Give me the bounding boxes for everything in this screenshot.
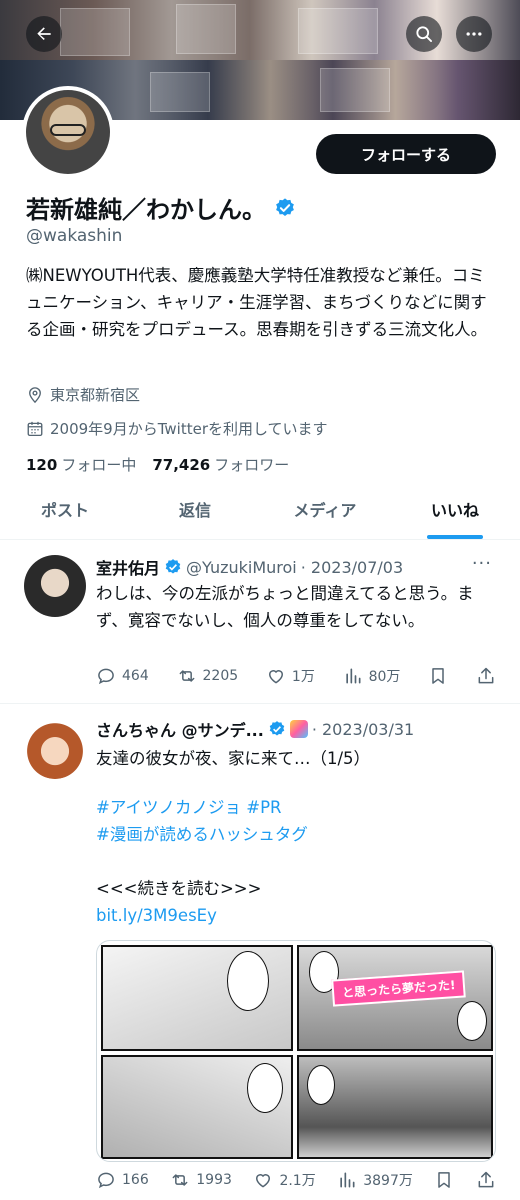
views-button[interactable]: 80万: [343, 666, 401, 686]
retweet-count: 2205: [202, 668, 239, 684]
retweet-button[interactable]: 2205: [177, 666, 239, 686]
tweet-actions: 464 2205 1万 80万: [96, 666, 496, 686]
tweet-text: わしは、今の左派がちょっと間違えてると思う。まず、寛容でないし、個人の尊重をして…: [96, 584, 474, 630]
profile-bio: ㈱NEWYOUTH代表、慶應義塾大学特任准教授など兼任。コミュニケーション、キャ…: [26, 266, 488, 339]
followers-link[interactable]: 77,426 フォロワー: [152, 454, 289, 475]
back-arrow-icon: [37, 27, 51, 40]
heart-icon: [256, 1174, 271, 1188]
location-pin-icon: [29, 386, 41, 403]
retweet-icon: [179, 670, 194, 682]
reply-icon: [98, 668, 114, 685]
tweet-avatar[interactable]: [24, 555, 86, 617]
retweet-button[interactable]: 1993: [170, 1170, 232, 1190]
affiliate-badge-icon: [289, 720, 308, 738]
following-count: 120: [26, 456, 58, 474]
view-count: 80万: [368, 669, 401, 685]
tweet-text: 友達の彼女が夜、家に来て…（1/5）: [96, 749, 371, 768]
reply-count: 464: [122, 668, 149, 684]
tweet[interactable]: 室井佑月 @YuzukiMuroi · 2023/07/03 ··· わしは、今…: [0, 541, 520, 704]
follow-button[interactable]: フォローする: [316, 134, 496, 174]
tweet-author-name[interactable]: さんちゃん @サンデ...: [96, 717, 264, 741]
hashtags-line-1[interactable]: #アイツノカノジョ #PR: [96, 794, 496, 821]
like-count: 1万: [291, 669, 315, 685]
share-icon: [478, 667, 494, 684]
more-horizontal-icon: [466, 32, 482, 36]
tweet-avatar[interactable]: [24, 717, 86, 779]
profile-joined: 2009年9月からTwitterを利用しています: [26, 418, 328, 439]
share-button[interactable]: [476, 1170, 496, 1190]
tweet-link[interactable]: bit.ly/3M9esEy: [96, 902, 496, 929]
following-label: フォロー中: [61, 456, 137, 474]
views-button[interactable]: 3897万: [337, 1170, 413, 1190]
verified-badge-icon: [269, 721, 285, 736]
search-icon: [416, 26, 432, 42]
reply-icon: [98, 1172, 114, 1189]
profile-location: 東京都新宿区: [26, 384, 140, 405]
analytics-icon: [345, 668, 361, 684]
share-icon: [478, 1171, 494, 1188]
tab-media[interactable]: メディア: [260, 488, 390, 539]
profile-handle: @wakashin: [26, 226, 123, 246]
heart-icon: [268, 670, 283, 684]
tweet-author-handle[interactable]: @YuzukiMuroi: [186, 558, 297, 577]
tweet-media-image[interactable]: と思ったら夢だった!: [96, 940, 496, 1162]
reply-count: 166: [122, 1172, 149, 1188]
like-button[interactable]: 2.1万: [253, 1170, 316, 1190]
view-count: 3897万: [363, 1173, 413, 1189]
retweet-count: 1993: [196, 1172, 232, 1188]
share-button[interactable]: [476, 666, 496, 686]
tab-likes[interactable]: いいね: [390, 488, 520, 539]
analytics-icon: [340, 1172, 355, 1188]
verified-badge-icon: [165, 559, 181, 574]
follow-counts: 120 フォロー中 77,426 フォロワー: [26, 454, 289, 475]
bookmark-button[interactable]: [434, 1170, 454, 1190]
followers-count: 77,426: [152, 456, 211, 474]
tweet-more-button[interactable]: ···: [472, 553, 492, 574]
profile-name: 若新雄純／わかしん。: [26, 196, 266, 224]
bookmark-icon: [438, 1172, 451, 1188]
tab-replies[interactable]: 返信: [130, 488, 260, 539]
tweet-date[interactable]: · 2023/03/31: [312, 720, 414, 739]
back-button[interactable]: [26, 16, 62, 52]
like-button[interactable]: 1万: [266, 666, 315, 686]
bookmark-button[interactable]: [428, 666, 448, 686]
retweet-icon: [172, 1174, 188, 1186]
read-more-text: <<<続きを読む>>>: [96, 879, 262, 898]
reply-button[interactable]: 166: [96, 1170, 149, 1190]
tweet-header: 室井佑月 @YuzukiMuroi · 2023/07/03: [96, 555, 403, 579]
profile-name-row: 若新雄純／わかしん。: [26, 190, 296, 225]
bookmark-icon: [432, 668, 444, 684]
hashtags-line-2[interactable]: #漫画が読めるハッシュタグ: [96, 821, 496, 848]
search-button[interactable]: [406, 16, 442, 52]
tweet-header: さんちゃん @サンデ... · 2023/03/31: [96, 717, 414, 741]
profile-avatar[interactable]: [22, 86, 114, 178]
tab-posts[interactable]: ポスト: [0, 488, 130, 539]
profile-tabs: ポスト 返信 メディア いいね: [0, 488, 520, 540]
more-button[interactable]: [456, 16, 492, 52]
tweet-date[interactable]: · 2023/07/03: [301, 558, 403, 577]
tweet-actions: 166 1993 2.1万 3897万: [96, 1170, 496, 1190]
tweet[interactable]: さんちゃん @サンデ... · 2023/03/31 友達の彼女が夜、家に来て……: [0, 705, 520, 1200]
verified-badge-icon: [276, 197, 294, 216]
like-count: 2.1万: [279, 1173, 316, 1189]
followers-label: フォロワー: [214, 456, 290, 474]
following-link[interactable]: 120 フォロー中: [26, 454, 136, 475]
tweet-author-name[interactable]: 室井佑月: [96, 555, 160, 579]
location-text: 東京都新宿区: [50, 386, 141, 404]
reply-button[interactable]: 464: [96, 666, 149, 686]
calendar-icon: [27, 421, 43, 436]
joined-text: 2009年9月からTwitterを利用しています: [50, 420, 328, 438]
